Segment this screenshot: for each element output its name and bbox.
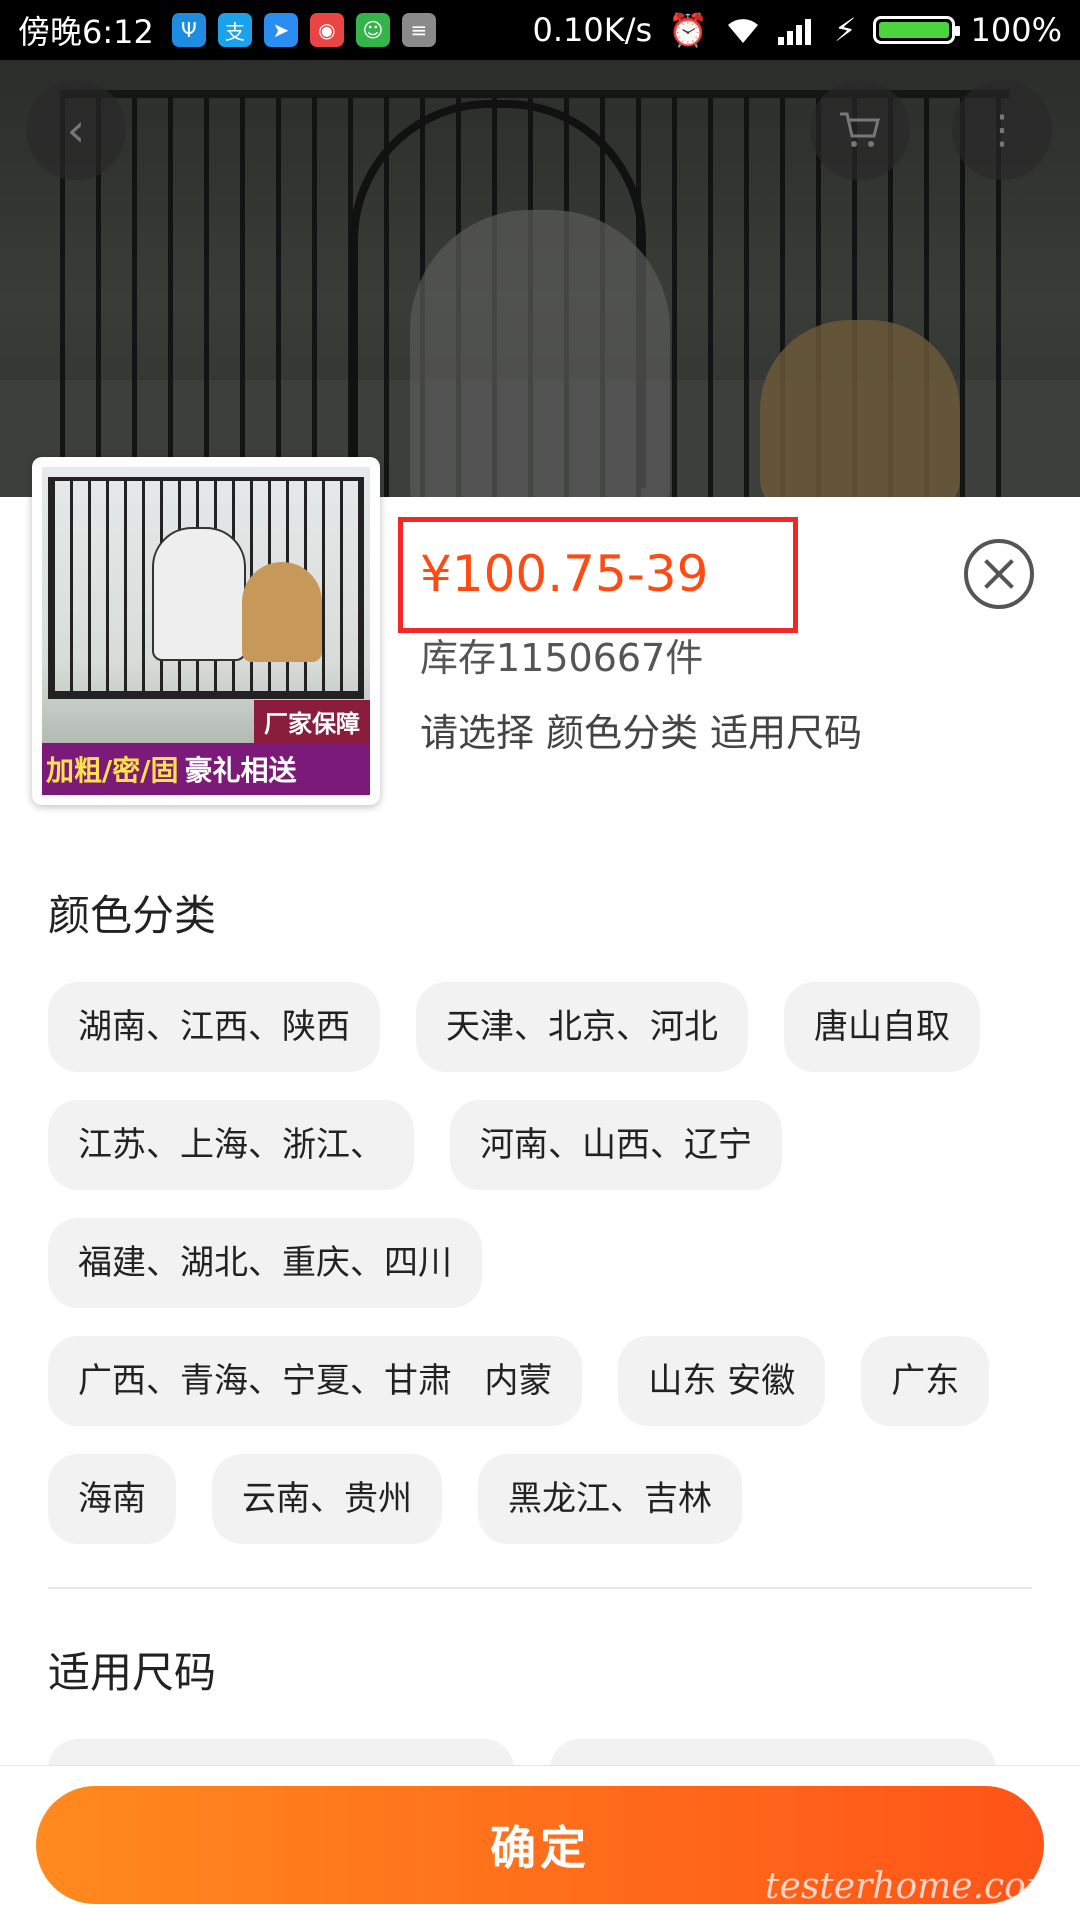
message-icon: ➤: [263, 13, 298, 47]
color-option[interactable]: 广西、青海、宁夏、甘肃 内蒙: [48, 1336, 583, 1426]
notification-icons: Ψ 支 ➤ ◉ ☺ ≡: [171, 13, 436, 47]
color-option[interactable]: 湖南、江西、陕西: [48, 982, 380, 1072]
color-option[interactable]: 江苏、上海、浙江、: [48, 1100, 414, 1190]
stock-count: 库存1150667件: [420, 636, 704, 680]
back-button[interactable]: ‹: [26, 80, 126, 180]
cart-button[interactable]: [810, 80, 910, 180]
chevron-left-icon: ‹: [66, 103, 86, 157]
battery-percent: 100%: [970, 11, 1062, 49]
battery-icon: [872, 16, 960, 44]
watermark: testerhome.com: [765, 1866, 1060, 1907]
thumbnail-banner: 加粗/密/固 豪礼相送: [42, 743, 370, 795]
app-icon-green: ☺: [355, 13, 390, 47]
footer-bar: 确定 testerhome.com: [0, 1765, 1080, 1921]
thumbnail-banner-top: 厂家保障: [254, 700, 370, 743]
size-section-title: 适用尺码: [48, 1648, 217, 1697]
close-button[interactable]: [964, 539, 1034, 609]
thumbnail-banner-right: 豪礼相送: [184, 754, 297, 787]
more-button[interactable]: ⋮: [952, 80, 1052, 180]
section-divider: [48, 1587, 1032, 1589]
color-option[interactable]: 福建、湖北、重庆、四川: [48, 1218, 482, 1308]
alarm-icon: ⏰: [668, 11, 709, 49]
price: ¥100.75-39: [420, 545, 709, 603]
charging-icon: ⚡: [834, 11, 857, 49]
thumbnail-banner-left: 加粗/密/固: [46, 754, 179, 787]
signal-icon: [778, 19, 812, 45]
color-option[interactable]: 天津、北京、河北: [416, 982, 748, 1072]
color-option[interactable]: 唐山自取: [784, 982, 980, 1072]
color-option[interactable]: 广东: [861, 1336, 990, 1426]
selection-hint: 请选择 颜色分类 适用尺码: [420, 711, 863, 755]
alipay-icon: 支: [217, 13, 252, 47]
product-photo-backdrop[interactable]: [0, 60, 1080, 500]
wifi-icon: [728, 19, 759, 43]
network-speed: 0.10K/s: [532, 11, 653, 49]
more-vertical-icon: ⋮: [982, 107, 1022, 153]
color-options: 湖南、江西、陕西 天津、北京、河北 唐山自取 江苏、上海、浙江、 河南、山西、辽…: [48, 982, 1038, 1572]
product-thumbnail[interactable]: 厂家保障 加粗/密/固 豪礼相送: [32, 457, 380, 805]
status-time: 傍晚6:12: [18, 13, 154, 51]
app-icon-gray: ≡: [401, 13, 436, 47]
sku-sheet: 厂家保障 加粗/密/固 豪礼相送 ¥100.75-39 库存1150667件 请…: [0, 457, 1080, 1920]
app-icon-red: ◉: [309, 13, 344, 47]
color-option[interactable]: 河南、山西、辽宁: [450, 1100, 782, 1190]
status-bar: 傍晚6:12 Ψ 支 ➤ ◉ ☺ ≡ 0.10K/s ⏰ ⚡ 100%: [0, 0, 1080, 60]
color-option[interactable]: 云南、贵州: [212, 1454, 442, 1544]
color-option[interactable]: 海南: [48, 1454, 176, 1544]
color-option[interactable]: 黑龙江、吉林: [478, 1454, 742, 1544]
color-section-title: 颜色分类: [48, 891, 217, 940]
usb-icon: Ψ: [171, 13, 206, 47]
cart-icon: [840, 112, 880, 147]
color-option[interactable]: 山东 安徽: [618, 1336, 826, 1426]
